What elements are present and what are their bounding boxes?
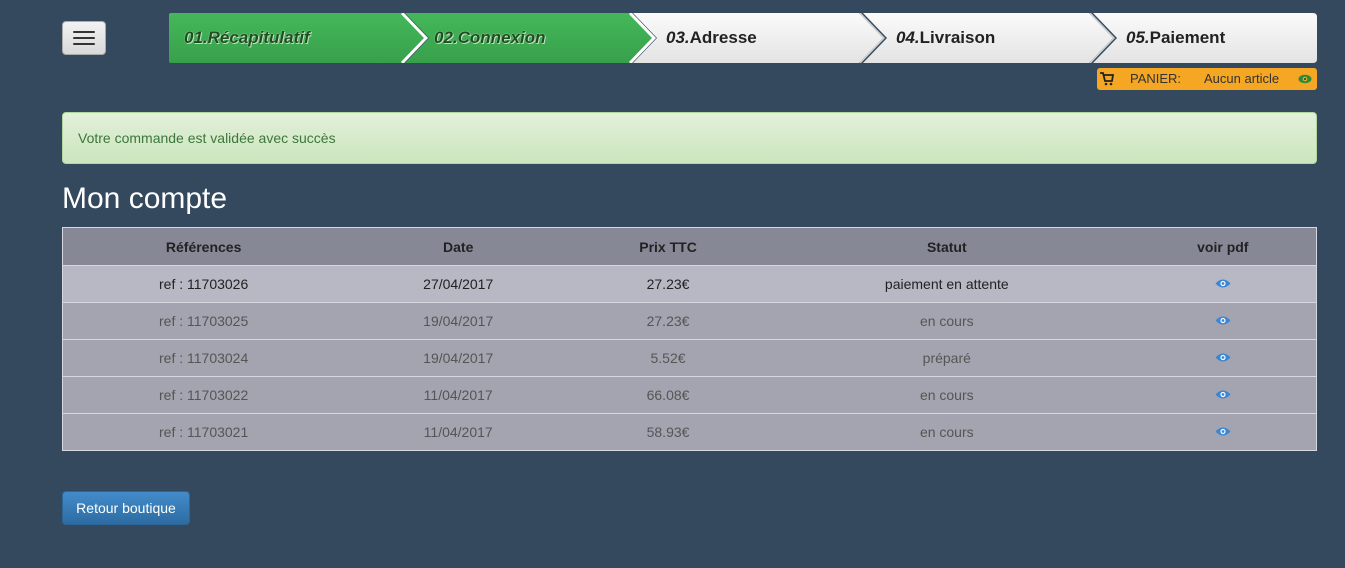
order-date: 11/04/2017 [344, 376, 573, 414]
order-pdf-cell [1129, 376, 1317, 414]
order-status: en cours [763, 413, 1130, 451]
step-label: Adresse [689, 28, 757, 47]
table-row: ref : 11703026 27/04/2017 27.23€ paiemen… [62, 265, 1317, 303]
order-status: en cours [763, 376, 1130, 414]
column-header-statut: Statut [763, 227, 1130, 266]
step-number: 03. [666, 28, 690, 47]
checkout-steps: 01.Récapitulatif 02.Connexion 03.Adresse… [169, 13, 1317, 63]
eye-icon[interactable] [1215, 352, 1231, 363]
success-alert: Votre commande est validée avec succès [62, 112, 1317, 164]
order-status: en cours [763, 302, 1130, 340]
step-label: Paiement [1149, 28, 1226, 47]
table-row: ref : 11703021 11/04/2017 58.93€ en cour… [62, 413, 1317, 451]
order-ref: ref : 11703022 [62, 376, 345, 414]
step-adresse[interactable]: 03.Adresse [666, 13, 757, 63]
order-date: 19/04/2017 [344, 302, 573, 340]
table-header-row: Références Date Prix TTC Statut voir pdf [62, 227, 1317, 266]
step-livraison[interactable]: 04.Livraison [896, 13, 995, 63]
step-number: 04. [896, 28, 920, 47]
cart-label: PANIER: [1130, 71, 1182, 86]
order-ref: ref : 11703025 [62, 302, 345, 340]
step-label: Connexion [457, 28, 546, 47]
order-ref: ref : 11703024 [62, 339, 345, 377]
order-date: 27/04/2017 [344, 265, 573, 303]
order-price: 5.52€ [572, 339, 764, 377]
order-pdf-cell [1129, 413, 1317, 451]
order-status: préparé [763, 339, 1130, 377]
eye-icon[interactable] [1215, 315, 1231, 326]
step-paiement[interactable]: 05.Paiement [1126, 13, 1225, 63]
table-row: ref : 11703022 11/04/2017 66.08€ en cour… [62, 376, 1317, 414]
step-connexion[interactable]: 02.Connexion [434, 13, 545, 63]
order-date: 11/04/2017 [344, 413, 573, 451]
order-pdf-cell [1129, 339, 1317, 377]
table-row: ref : 11703025 19/04/2017 27.23€ en cour… [62, 302, 1317, 340]
menu-toggle-button[interactable] [62, 21, 106, 55]
orders-table: Références Date Prix TTC Statut voir pdf… [62, 227, 1317, 451]
order-date: 19/04/2017 [344, 339, 573, 377]
order-price: 27.23€ [572, 265, 764, 303]
column-header-date: Date [344, 227, 573, 266]
order-price: 66.08€ [572, 376, 764, 414]
hamburger-icon [73, 31, 95, 33]
column-header-voir-pdf: voir pdf [1129, 227, 1317, 266]
column-header-references: Références [62, 227, 345, 266]
cart-value: Aucun article [1204, 71, 1280, 86]
order-price: 58.93€ [572, 413, 764, 451]
hamburger-icon [73, 43, 95, 45]
cart-summary[interactable]: PANIER: Aucun article [1097, 68, 1317, 90]
eye-icon[interactable] [1298, 74, 1312, 84]
order-price: 27.23€ [572, 302, 764, 340]
order-pdf-cell [1129, 265, 1317, 303]
back-to-shop-button[interactable]: Retour boutique [62, 491, 190, 525]
order-ref: ref : 11703021 [62, 413, 345, 451]
eye-icon[interactable] [1215, 278, 1231, 289]
step-number: 02. [434, 28, 458, 47]
hamburger-icon [73, 37, 95, 39]
step-recapitulatif[interactable]: 01.Récapitulatif [184, 13, 310, 63]
cart-icon [1100, 72, 1114, 86]
step-label: Livraison [919, 28, 996, 47]
order-ref: ref : 11703026 [62, 265, 345, 303]
order-pdf-cell [1129, 302, 1317, 340]
step-label: Récapitulatif [207, 28, 310, 47]
order-status: paiement en attente [763, 265, 1130, 303]
eye-icon[interactable] [1215, 389, 1231, 400]
step-number: 01. [184, 28, 208, 47]
table-row: ref : 11703024 19/04/2017 5.52€ préparé [62, 339, 1317, 377]
column-header-prix: Prix TTC [572, 227, 764, 266]
page-title: Mon compte [62, 182, 228, 215]
eye-icon[interactable] [1215, 426, 1231, 437]
step-number: 05. [1126, 28, 1150, 47]
